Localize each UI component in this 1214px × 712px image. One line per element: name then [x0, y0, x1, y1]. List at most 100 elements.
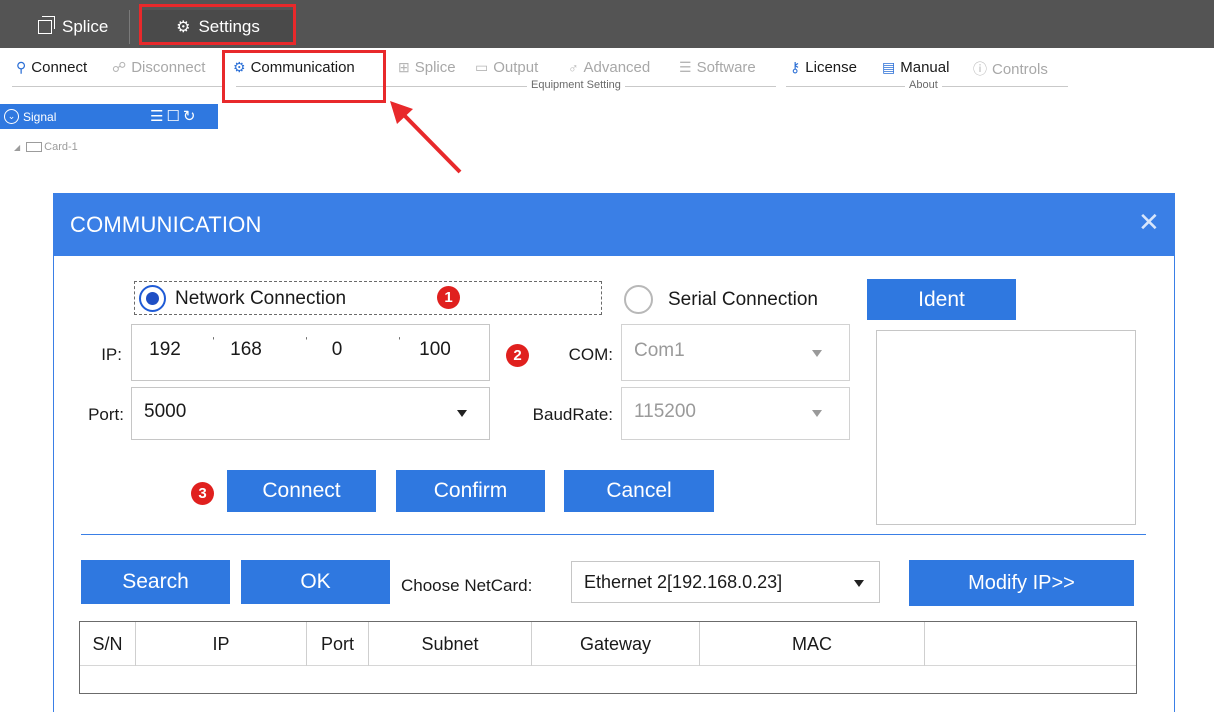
- ip-octet-3[interactable]: 0: [310, 339, 364, 361]
- card-icon: [26, 142, 43, 152]
- dialog-title-bar: COMMUNICATION ✕: [54, 193, 1174, 256]
- software-label: Software: [696, 59, 756, 76]
- refresh-icon[interactable]: ↻: [183, 108, 199, 125]
- controls-button[interactable]: ⓘ Controls: [973, 59, 1048, 79]
- group-label-about: About: [905, 79, 942, 91]
- advanced-label: Advanced: [583, 59, 651, 76]
- connect-button[interactable]: Connect: [227, 470, 376, 512]
- annotation-highlight-communication: [222, 50, 386, 103]
- expand-triangle-icon[interactable]: ◢: [14, 143, 20, 152]
- disconnect-label: Disconnect: [131, 59, 206, 76]
- link-icon: ⚲: [16, 59, 27, 75]
- ip-separator: ˈ: [304, 335, 309, 352]
- device-table[interactable]: S/N IP Port Subnet Gateway MAC: [79, 621, 1137, 694]
- manual-label: Manual: [900, 59, 950, 76]
- key-icon: ⚷: [790, 59, 801, 75]
- table-header: S/N IP Port Subnet Gateway MAC: [80, 622, 1136, 666]
- port-select[interactable]: 5000: [131, 387, 490, 440]
- baudrate-label: BaudRate:: [532, 405, 613, 424]
- splice-label: Splice: [414, 59, 456, 76]
- software-button[interactable]: ☰ Software: [679, 59, 756, 76]
- app-window: Splice ⚙ Settings ⚲ Connect ☍ Disconnect ⚙…: [0, 0, 1214, 712]
- column-header-mac[interactable]: MAC: [700, 622, 925, 666]
- annotation-arrow-head: [390, 101, 413, 124]
- ip-label: IP:: [101, 345, 122, 364]
- grid-icon: ⊞: [398, 59, 410, 75]
- unlink-icon: ☍: [112, 59, 127, 75]
- close-icon[interactable]: ✕: [1138, 207, 1160, 238]
- group-label-equipment: Equipment Setting: [527, 79, 625, 91]
- ip-separator: ˈ: [397, 335, 402, 352]
- column-header-subnet[interactable]: Subnet: [369, 622, 532, 666]
- column-header-filler: [925, 622, 1136, 666]
- chevron-down-icon[interactable]: ⌄: [4, 109, 19, 124]
- connect-button[interactable]: ⚲ Connect: [16, 59, 87, 76]
- netcard-value: Ethernet 2[192.168.0.23]: [584, 572, 783, 592]
- ip-octet-4[interactable]: 100: [408, 339, 462, 361]
- ident-button[interactable]: Ident: [867, 279, 1016, 320]
- list-icon[interactable]: ☰: [150, 108, 166, 125]
- baudrate-value: 115200: [634, 401, 696, 422]
- focus-rectangle: [134, 281, 602, 315]
- output-label: Output: [493, 59, 539, 76]
- chevron-down-icon: [854, 580, 864, 587]
- tree-item-label: Card-1: [44, 141, 78, 153]
- connect-label: Connect: [31, 59, 88, 76]
- serial-connection-label: Serial Connection: [668, 288, 818, 310]
- ribbon-toolbar: ⚲ Connect ☍ Disconnect ⚙ Communication ⊞ Spl…: [0, 48, 1214, 100]
- com-select[interactable]: Com1: [621, 324, 850, 381]
- square-icon[interactable]: ☐: [166, 108, 182, 125]
- output-icon: ▭: [475, 59, 489, 75]
- port-value: 5000: [144, 401, 187, 422]
- manual-button[interactable]: ▤ Manual: [882, 59, 949, 76]
- ip-separator: ˈ: [211, 335, 216, 352]
- cancel-button[interactable]: Cancel: [564, 470, 714, 512]
- communication-dialog: COMMUNICATION ✕ Network Connection 1 Ser…: [53, 193, 1175, 712]
- dialog-title: COMMUNICATION: [70, 211, 262, 237]
- sliders-icon: ☰: [679, 59, 692, 75]
- group-line-connection: [12, 86, 222, 87]
- column-header-gateway[interactable]: Gateway: [532, 622, 700, 666]
- disconnect-button[interactable]: ☍ Disconnect: [112, 59, 205, 76]
- signal-panel-header[interactable]: ⌄ Signal ☰☐↻: [0, 104, 218, 129]
- ip-address-field[interactable]: 192 ˈ 168 ˈ 0 ˈ 100: [131, 324, 490, 381]
- license-button[interactable]: ⚷ License: [790, 59, 857, 76]
- step-badge-3: 3: [191, 482, 214, 505]
- section-divider: [81, 534, 1146, 535]
- ok-button[interactable]: OK: [241, 560, 390, 604]
- annotation-highlight-settings: [139, 4, 296, 45]
- window-icon: [38, 16, 55, 34]
- ident-result-area: [876, 330, 1136, 525]
- tree-item-card[interactable]: ◢ Card-1: [14, 141, 78, 153]
- search-button[interactable]: Search: [81, 560, 230, 604]
- tab-splice[interactable]: Splice: [38, 10, 130, 44]
- confirm-button[interactable]: Confirm: [396, 470, 545, 512]
- signal-tools: ☰☐↻: [150, 107, 198, 125]
- chevron-down-icon: [457, 410, 467, 417]
- serial-connection-radio[interactable]: Serial Connection: [624, 285, 818, 314]
- column-header-sn[interactable]: S/N: [80, 622, 136, 666]
- radio-unselected-icon: [624, 285, 653, 314]
- port-label: Port:: [88, 405, 124, 424]
- netcard-label: Choose NetCard:: [401, 576, 533, 595]
- chevron-down-icon: [812, 410, 822, 417]
- ip-octet-2[interactable]: 168: [219, 339, 273, 361]
- com-value: Com1: [634, 340, 685, 361]
- advanced-icon: ♂: [568, 59, 579, 76]
- tab-splice-label: Splice: [62, 17, 109, 36]
- annotation-arrow-line: [400, 111, 462, 174]
- advanced-button[interactable]: ♂ Advanced: [568, 59, 650, 76]
- license-label: License: [805, 59, 857, 76]
- splice-button[interactable]: ⊞ Splice: [398, 59, 456, 76]
- netcard-select[interactable]: Ethernet 2[192.168.0.23]: [571, 561, 880, 603]
- info-icon: ⓘ: [973, 61, 987, 77]
- column-header-port[interactable]: Port: [307, 622, 369, 666]
- ip-octet-1[interactable]: 192: [138, 339, 192, 361]
- output-button[interactable]: ▭ Output: [475, 59, 538, 76]
- modify-ip-button[interactable]: Modify IP>>: [909, 560, 1134, 606]
- com-label: COM:: [568, 345, 613, 364]
- baudrate-select[interactable]: 115200: [621, 387, 850, 440]
- column-header-ip[interactable]: IP: [136, 622, 307, 666]
- signal-title: Signal: [23, 109, 57, 124]
- step-badge-1: 1: [437, 286, 460, 309]
